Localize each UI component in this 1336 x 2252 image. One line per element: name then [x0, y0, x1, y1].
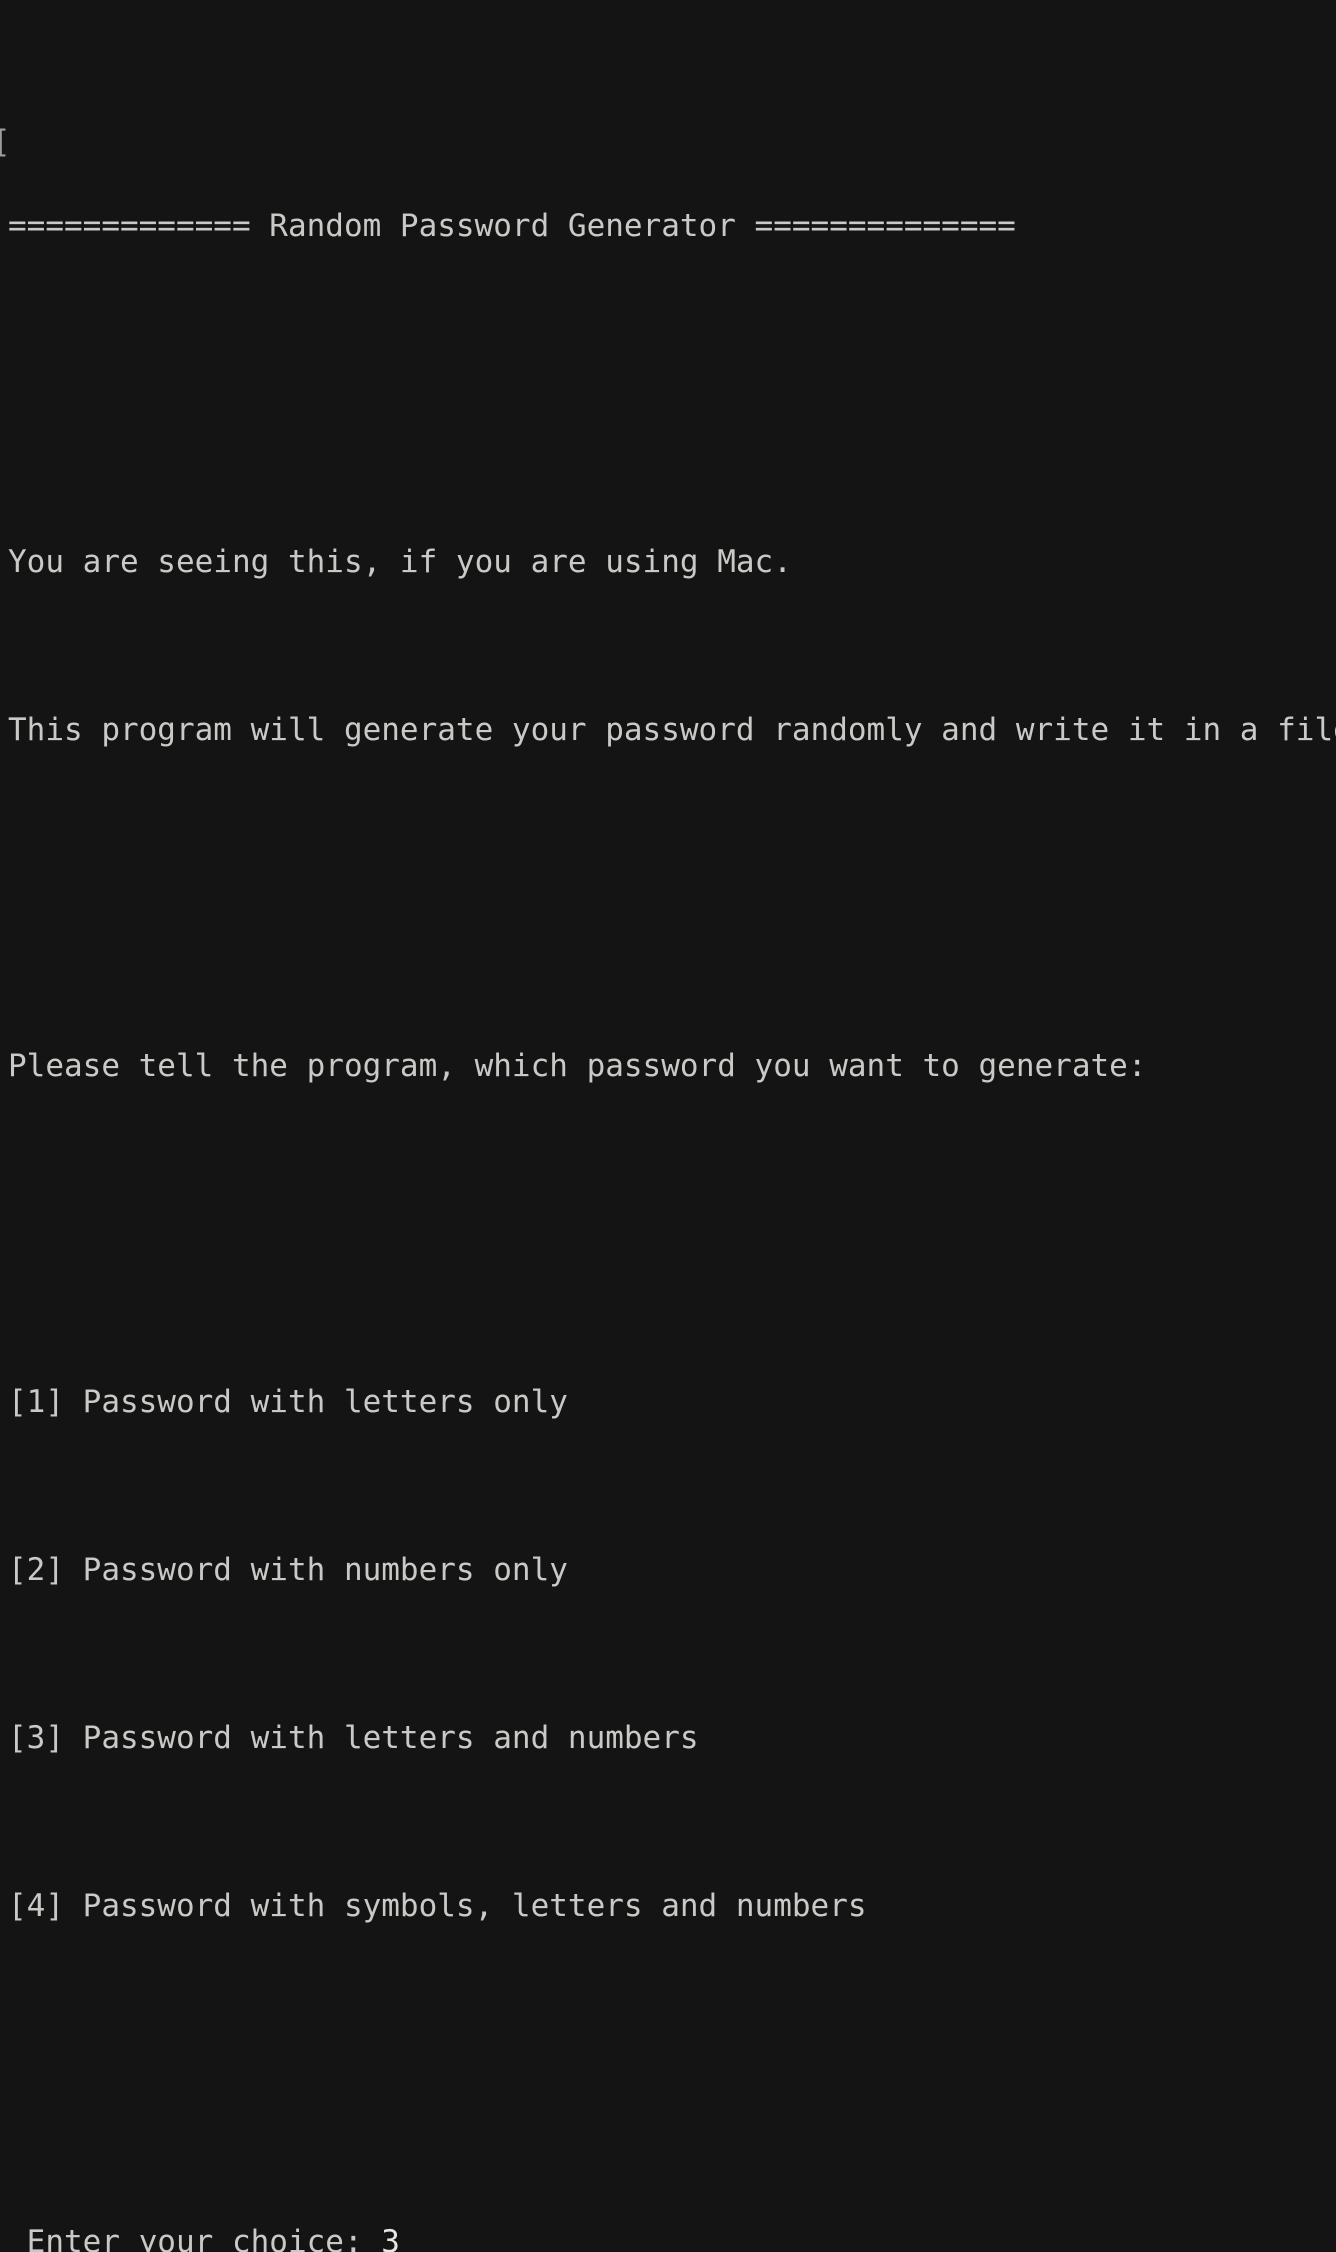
prompt-choice-label: Enter your choice: — [8, 2224, 382, 2252]
menu-option-4[interactable]: [4] Password with symbols, letters and n… — [8, 1885, 1336, 1927]
menu-option-2[interactable]: [2] Password with numbers only — [8, 1549, 1336, 1591]
intro-line-mac: You are seeing this, if you are using Ma… — [8, 544, 792, 580]
intro-line-purpose: This program will generate your password… — [8, 712, 1336, 748]
menu-option-3[interactable]: [3] Password with letters and numbers — [8, 1717, 1336, 1759]
menu-option-1[interactable]: [1] Password with letters only — [8, 1381, 1336, 1423]
prompt-choice-value[interactable]: 3 — [381, 2224, 400, 2252]
prompt-choice-line[interactable]: Enter your choice: 3 — [8, 2221, 1336, 2252]
intro-line-prompt: Please tell the program, which password … — [8, 1048, 1147, 1084]
header-rule-line: ============= Random Password Generator … — [8, 208, 1016, 244]
terminal-output: ============= Random Password Generator … — [8, 79, 1336, 2252]
terminal-window[interactable]: [ ============= Random Password Generato… — [0, 0, 1336, 2252]
